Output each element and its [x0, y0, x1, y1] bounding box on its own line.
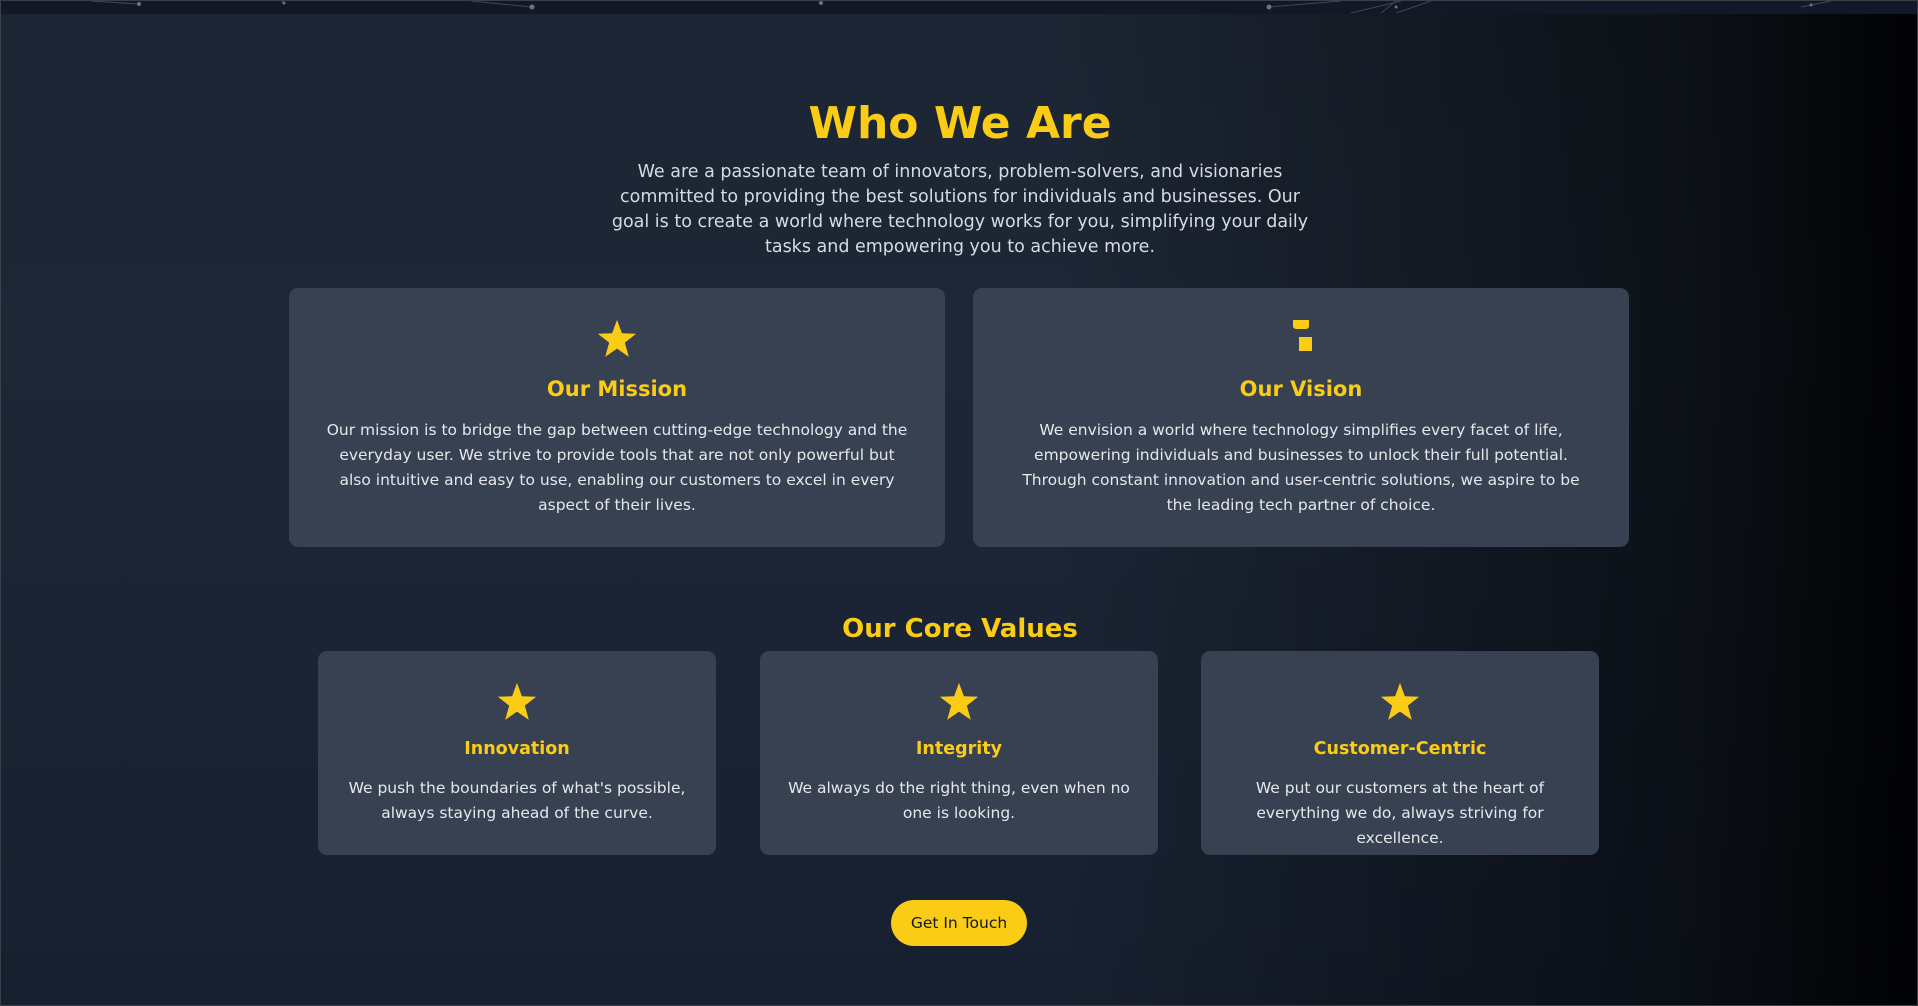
star-icon [318, 682, 716, 722]
get-in-touch-button[interactable]: Get In Touch [891, 900, 1027, 946]
value-title: Integrity [915, 739, 1003, 759]
core-values-heading: Our Core Values [842, 613, 1078, 644]
about-page: Who We Are We are a passionate team of i… [0, 0, 1918, 1006]
value-card-customer-centric: Customer-Centric We put our customers at… [1201, 651, 1599, 855]
value-title: Customer-Centric [1313, 739, 1487, 759]
value-text: We always do the right thing, even when … [788, 779, 1130, 822]
lightbulb-icon [973, 319, 1629, 353]
value-card-innovation: Innovation We push the boundaries of wha… [318, 651, 716, 855]
star-icon [760, 682, 1158, 722]
value-title: Innovation [464, 739, 570, 759]
intro-paragraph: We are a passionate team of innovators, … [611, 161, 1309, 257]
vision-text: We envision a world where technology sim… [1022, 421, 1580, 514]
mission-text: Our mission is to bridge the gap between… [326, 421, 908, 514]
mission-title: Our Mission [546, 377, 688, 401]
mission-card: Our Mission Our mission is to bridge the… [289, 288, 945, 547]
header-network-band [1, 1, 1917, 14]
star-icon [1201, 682, 1599, 722]
page-title: Who We Are [808, 98, 1112, 150]
vision-title: Our Vision [1239, 377, 1363, 401]
value-text: We put our customers at the heart of eve… [1255, 779, 1545, 847]
value-text: We push the boundaries of what's possibl… [348, 779, 686, 822]
vision-card: Our Vision We envision a world where tec… [973, 288, 1629, 547]
value-card-integrity: Integrity We always do the right thing, … [760, 651, 1158, 855]
star-icon [289, 319, 945, 359]
